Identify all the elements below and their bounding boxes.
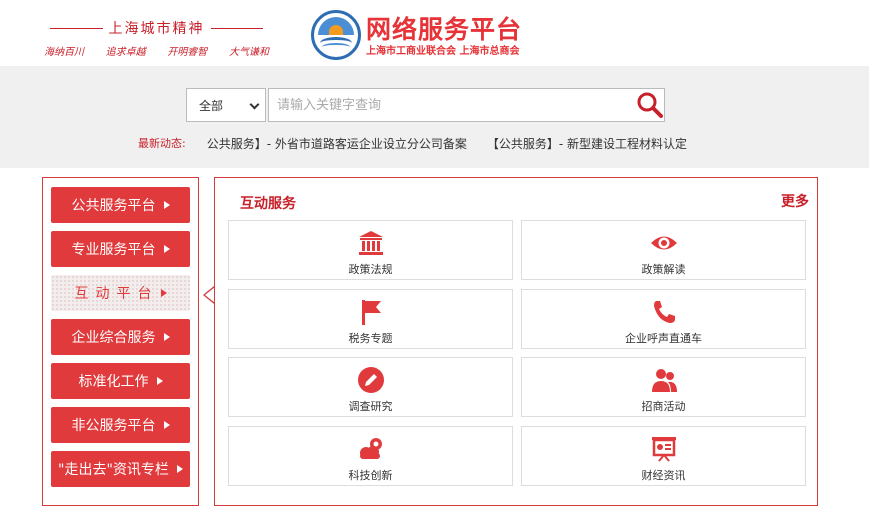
- brand-title: 网络服务平台: [366, 15, 523, 44]
- more-link[interactable]: 更多: [781, 191, 809, 211]
- card-policy-regulations[interactable]: 政策法规: [228, 220, 513, 280]
- presentation-icon: [651, 437, 676, 462]
- header: 上海城市精神 海纳百川 追求卓越 开明睿智 大气谦和 网络服务平台 上海市工商业…: [0, 0, 869, 66]
- news-item[interactable]: 公共服务】- 外省市道路客运企业设立分公司备案: [207, 135, 467, 152]
- nav-item-label: 企业综合服务: [71, 330, 156, 346]
- divider: [50, 27, 103, 29]
- caret-right-icon: [163, 245, 170, 253]
- nav-item-non-public-service[interactable]: 非公服务平台: [51, 407, 190, 443]
- panel-title: 互动服务: [240, 196, 296, 212]
- flag-icon: [361, 300, 381, 325]
- news-item[interactable]: 【公共服务】- 新型建设工程材料认定: [487, 135, 687, 152]
- users-icon: [651, 369, 677, 392]
- left-nav: 公共服务平台 专业服务平台 互动平台 企业综合服务 标准化工作 非公服务平台 "…: [42, 177, 199, 506]
- divider: [210, 27, 263, 29]
- nav-item-go-global[interactable]: "走出去"资讯专栏: [51, 451, 190, 487]
- slogan-part: 大气谦和: [228, 47, 269, 58]
- card-label: 政策解读: [641, 263, 686, 276]
- nav-item-label: 公共服务平台: [71, 198, 156, 214]
- latest-news: 最新动态: 公共服务】- 外省市道路客运企业设立分公司备案 【公共服务】- 新型…: [138, 135, 707, 151]
- nav-item-interaction[interactable]: 互动平台: [51, 275, 190, 311]
- card-tax-topics[interactable]: 税务专题: [228, 289, 513, 349]
- interactive-services-panel: 互动服务 更多 政策法规 政策解读 税务专题 企业呼声直通车 调查研究 招商活动…: [214, 177, 818, 506]
- caret-right-icon: [160, 289, 167, 297]
- slogan-part: 追求卓越: [105, 47, 146, 58]
- card-enterprise-hotline[interactable]: 企业呼声直通车: [521, 289, 806, 349]
- caret-right-icon: [163, 201, 170, 209]
- nav-item-enterprise-service[interactable]: 企业综合服务: [51, 319, 190, 355]
- card-label: 财经资讯: [641, 469, 686, 482]
- card-policy-interpretation[interactable]: 政策解读: [521, 220, 806, 280]
- search-icon[interactable]: [636, 91, 664, 119]
- nav-item-professional-service[interactable]: 专业服务平台: [51, 231, 190, 267]
- chevron-down-icon: [249, 99, 260, 110]
- card-label: 调查研究: [348, 400, 393, 413]
- card-finance-news[interactable]: 财经资讯: [521, 426, 806, 486]
- card-tech-innovation[interactable]: 科技创新: [228, 426, 513, 486]
- card-label: 企业呼声直通车: [625, 332, 702, 345]
- nav-item-label: 标准化工作: [78, 374, 149, 390]
- city-spirit-slogan: 上海城市精神 海纳百川 追求卓越 开明睿智 大气谦和: [44, 18, 269, 58]
- nav-item-standardization[interactable]: 标准化工作: [51, 363, 190, 399]
- nav-item-public-service[interactable]: 公共服务平台: [51, 187, 190, 223]
- slogan-part: 开明睿智: [167, 47, 208, 58]
- pencil-icon: [357, 367, 384, 393]
- card-research[interactable]: 调查研究: [228, 357, 513, 417]
- caret-right-icon: [176, 465, 183, 473]
- scope-selected-value: 全部: [199, 98, 224, 113]
- caret-right-icon: [156, 377, 163, 385]
- search-band: 全部 最新动态: 公共服务】- 外省市道路客运企业设立分公司备案 【公共服务】-…: [0, 66, 869, 168]
- brand-subtitle: 上海市工商业联合会 上海市总商会: [366, 46, 520, 57]
- federation-logo-icon[interactable]: [311, 10, 361, 60]
- card-label: 政策法规: [348, 263, 393, 276]
- caret-right-icon: [163, 333, 170, 341]
- nav-item-label: 非公服务平台: [71, 418, 156, 434]
- card-label: 税务专题: [348, 332, 393, 345]
- phone-icon: [653, 301, 675, 323]
- search-scope-select[interactable]: 全部: [186, 88, 266, 122]
- slogan-part: 海纳百川: [44, 47, 84, 58]
- search-input[interactable]: [268, 88, 665, 122]
- card-label: 招商活动: [641, 400, 686, 413]
- nav-item-label: "走出去"资讯专栏: [58, 462, 169, 478]
- nav-item-label: 专业服务平台: [71, 242, 156, 258]
- nav-item-label: 互动平台: [74, 286, 159, 302]
- government-building-icon: [358, 231, 383, 255]
- eye-icon: [650, 236, 677, 250]
- card-investment-events[interactable]: 招商活动: [521, 357, 806, 417]
- caret-right-icon: [163, 421, 170, 429]
- news-label: 最新动态:: [138, 137, 186, 150]
- slogan-title: 上海城市精神: [108, 21, 205, 37]
- app-root: 上海城市精神 海纳百川 追求卓越 开明睿智 大气谦和 网络服务平台 上海市工商业…: [0, 0, 869, 516]
- cloud-gear-icon: [359, 438, 382, 459]
- card-label: 科技创新: [348, 469, 393, 482]
